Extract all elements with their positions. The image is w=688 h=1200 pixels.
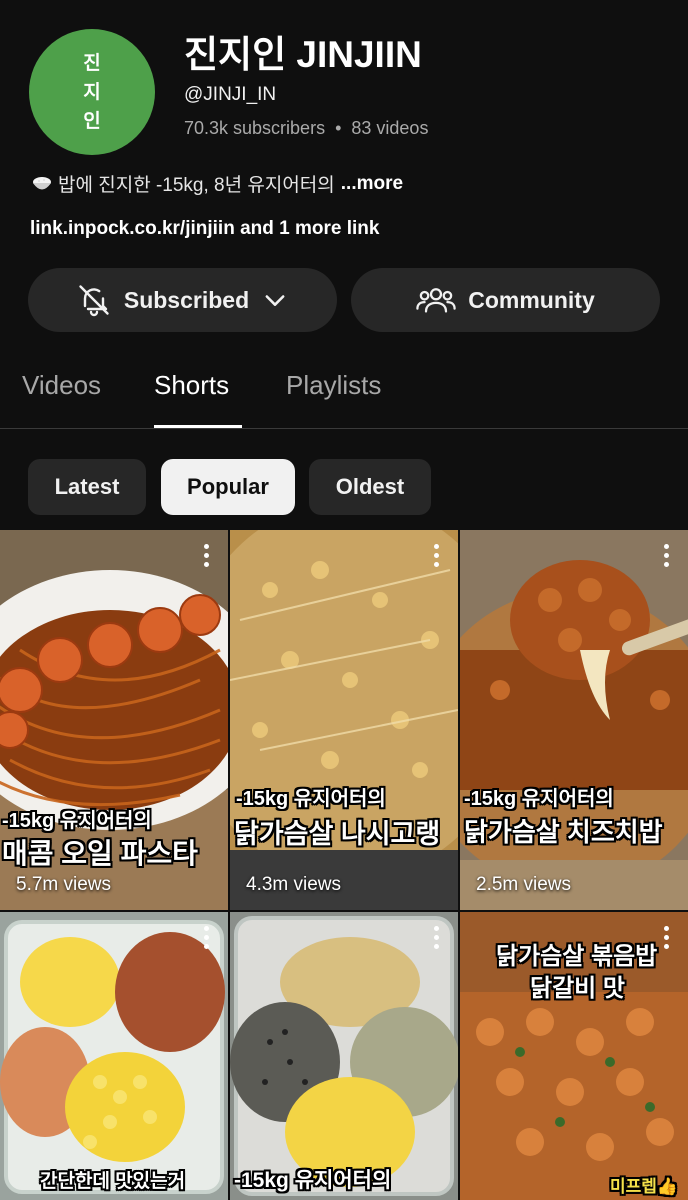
channel-name: 진지인 JINJIIN (184, 34, 422, 75)
shorts-grid: -15kg 유지어터의 매콤 오일 파스타 5.7m views -15kg 유… (0, 530, 688, 1200)
chip-oldest[interactable]: Oldest (309, 459, 431, 515)
short-thumbnail[interactable]: -15kg 유지어터의 닭가슴살 치즈치밥 2.5m views (460, 530, 688, 910)
more-vert-icon[interactable] (204, 544, 210, 567)
tab-shorts[interactable]: Shorts (154, 370, 229, 401)
short-thumbnail[interactable]: -15kg 유지어터의 (230, 912, 458, 1200)
short-views: 2.5m views (476, 874, 572, 895)
short-thumbnail[interactable]: -15kg 유지어터의 닭가슴살 나시고랭 4.3m views (230, 530, 458, 910)
nasi-goreng-image (230, 530, 458, 910)
channel-description[interactable]: 밥에 진지한 -15kg, 8년 유지어터의 ...more (30, 170, 403, 197)
short-caption-line1: -15kg 유지어터의 (2, 810, 152, 832)
lunchbox-image (0, 912, 228, 1200)
short-thumbnail[interactable]: 닭가슴살 볶음밥 닭갈비 맛 미프렙👍 (460, 912, 688, 1200)
more-vert-icon[interactable] (664, 544, 670, 567)
chip-latest[interactable]: Latest (28, 459, 146, 515)
chevron-down-icon (265, 295, 285, 306)
avatar-char: 인 (83, 109, 101, 132)
short-caption-line1: -15kg 유지어터의 (464, 788, 614, 810)
community-label: Community (468, 286, 595, 313)
short-thumbnail[interactable]: 간단한데 맛있는거 (0, 912, 228, 1200)
description-text: 밥에 진지한 -15kg, 8년 유지어터의 (58, 175, 335, 196)
short-caption-bottom: 간단한데 맛있는거 (40, 1171, 186, 1192)
short-caption-line1: -15kg 유지어터의 (236, 788, 386, 810)
subscribed-button[interactable]: Subscribed (28, 268, 337, 332)
more-vert-icon[interactable] (664, 926, 670, 949)
short-views: 4.3m views (246, 874, 342, 895)
avatar-char: 진 (83, 51, 101, 74)
short-caption-line2: 닭가슴살 나시고랭 (234, 819, 441, 849)
short-caption-top1: 닭가슴살 볶음밥 (496, 943, 658, 970)
video-count: 83 videos (351, 118, 429, 138)
channel-tabs: Videos Shorts Playlists (0, 370, 688, 428)
community-icon (416, 288, 456, 313)
short-caption-bottom: -15kg 유지어터의 (234, 1169, 392, 1192)
bell-off-icon (79, 285, 109, 317)
avatar-char: 지 (83, 80, 101, 103)
rice-container-image (230, 912, 458, 1200)
tab-divider (0, 428, 688, 429)
stats-separator: • (335, 118, 342, 138)
channel-stats: 70.3k subscribers • 83 videos (184, 118, 428, 139)
more-vert-icon[interactable] (434, 544, 440, 567)
cheese-rice-image (460, 530, 688, 910)
more-link[interactable]: ...more (341, 173, 403, 195)
short-caption-corner: 미프렙👍 (610, 1177, 679, 1196)
more-vert-icon[interactable] (204, 926, 210, 949)
channel-handle: @JINJI_IN (184, 84, 277, 105)
short-views: 5.7m views (16, 874, 112, 895)
tab-videos[interactable]: Videos (22, 370, 101, 401)
chip-popular[interactable]: Popular (161, 459, 295, 515)
subscriber-count: 70.3k subscribers (184, 118, 326, 138)
subscribed-label: Subscribed (123, 286, 250, 313)
short-thumbnail[interactable]: -15kg 유지어터의 매콤 오일 파스타 5.7m views (0, 530, 228, 910)
short-caption-top2: 닭갈비 맛 (530, 975, 625, 1002)
more-vert-icon[interactable] (434, 926, 440, 949)
rice-bowl-icon (33, 176, 51, 189)
tab-playlists[interactable]: Playlists (286, 370, 381, 401)
channel-avatar[interactable]: 진 지 인 (29, 29, 155, 155)
short-caption-line2: 닭가슴살 치즈치밥 (464, 817, 663, 847)
channel-links[interactable]: link.inpock.co.kr/jinjiin and 1 more lin… (30, 218, 379, 240)
short-caption-line2: 매콤 오일 파스타 (2, 838, 198, 869)
community-button[interactable]: Community (351, 268, 660, 332)
